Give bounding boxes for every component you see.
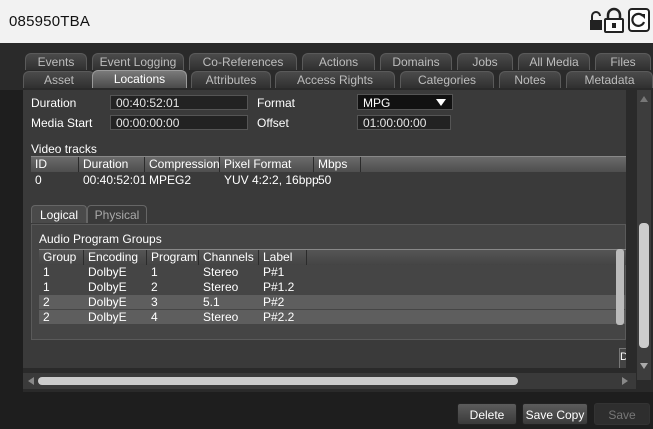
offset-label: Offset: [257, 116, 289, 130]
cell-channels: Stereo: [203, 310, 239, 324]
cell-compression: MPEG2: [149, 173, 192, 187]
duration-label: Duration: [31, 96, 77, 110]
cell-program: 1: [151, 265, 158, 279]
save-button[interactable]: Save: [594, 403, 650, 425]
audio-groups-scrollbar[interactable]: [616, 249, 624, 325]
tab-access-rights[interactable]: Access Rights: [275, 71, 395, 88]
partial-button[interactable]: De: [619, 348, 626, 368]
column-header[interactable]: Pixel Format: [220, 157, 314, 172]
tab-physical[interactable]: Physical: [87, 205, 147, 223]
cell-label: P#1: [263, 265, 285, 279]
column-header[interactable]: Group: [39, 250, 84, 265]
tab-asset[interactable]: Asset: [23, 71, 95, 88]
column-header[interactable]: ID: [31, 157, 79, 172]
scroll-right-icon[interactable]: [622, 377, 628, 385]
save-copy-button[interactable]: Save Copy: [522, 403, 588, 425]
lock-open-icon[interactable]: [589, 10, 603, 35]
cell-label: P#2: [263, 295, 285, 309]
offset-field[interactable]: 01:00:00:00: [357, 115, 451, 130]
cell-group: 2: [43, 295, 50, 309]
vertical-scroll-thumb[interactable]: [639, 223, 649, 348]
cell-label: P#1.2: [263, 280, 295, 294]
cell-id: 0: [35, 173, 42, 187]
table-row[interactable]: 0 00:40:52:01 MPEG2 YUV 4:2:2, 16bpp 50: [31, 173, 623, 187]
window-title: 085950TBA: [9, 13, 91, 30]
tab-actions[interactable]: Actions: [302, 53, 375, 70]
cell-mbps: 50: [318, 173, 332, 187]
cell-program: 3: [151, 295, 158, 309]
cell-channels: Stereo: [203, 265, 239, 279]
tab-events[interactable]: Events: [25, 53, 87, 70]
cell-encoding: DolbyE: [88, 295, 127, 309]
vertical-scrollbar[interactable]: [637, 90, 651, 380]
tab-notes[interactable]: Notes: [499, 71, 561, 88]
media-start-field[interactable]: 00:00:00:00: [110, 115, 248, 130]
duration-field[interactable]: 00:40:52:01: [110, 95, 248, 110]
scroll-down-icon[interactable]: [640, 363, 648, 369]
cell-channels: 5.1: [203, 295, 220, 309]
tab-event-logging[interactable]: Event Logging: [92, 53, 184, 70]
format-label: Format: [257, 96, 296, 110]
cell-encoding: DolbyE: [88, 280, 127, 294]
locations-content: Duration 00:40:52:01 Format MPG Media St…: [23, 90, 653, 392]
tab-attributes[interactable]: Attributes: [191, 71, 271, 88]
column-header[interactable]: Encoding: [84, 250, 147, 265]
table-row[interactable]: 1 DolbyE 1 Stereo P#1: [39, 265, 626, 279]
table-row[interactable]: 2 DolbyE 4 Stereo P#2.2: [39, 310, 626, 324]
audio-groups-header: Group Encoding Program Channels Label: [39, 249, 626, 265]
tab-metadata[interactable]: Metadata: [566, 71, 653, 88]
tab-logical[interactable]: Logical: [31, 205, 87, 223]
tab-strip: Events Event Logging Co-References Actio…: [0, 43, 653, 90]
cell-program: 4: [151, 310, 158, 324]
format-select[interactable]: MPG: [357, 94, 453, 110]
tab-domains[interactable]: Domains: [380, 53, 452, 70]
title-bar: 085950TBA: [0, 0, 653, 43]
refresh-icon[interactable]: [628, 8, 650, 35]
video-tracks-title: Video tracks: [31, 142, 97, 156]
cell-group: 1: [43, 265, 50, 279]
tab-all-media[interactable]: All Media: [518, 53, 590, 70]
cell-label: P#2.2: [263, 310, 295, 324]
cell-encoding: DolbyE: [88, 265, 127, 279]
delete-button[interactable]: Delete: [457, 403, 517, 425]
video-tracks-header: ID Duration Compression Pixel Format Mbp…: [31, 156, 626, 172]
horizontal-scroll-thumb[interactable]: [38, 377, 518, 385]
format-value: MPG: [363, 96, 391, 110]
tab-jobs[interactable]: Jobs: [457, 53, 513, 70]
chevron-down-icon: [436, 99, 446, 106]
location-details-panel: Duration 00:40:52:01 Format MPG Media St…: [23, 90, 626, 368]
cell-group: 1: [43, 280, 50, 294]
table-row[interactable]: 1 DolbyE 2 Stereo P#1.2: [39, 280, 626, 294]
column-header[interactable]: Compression: [145, 157, 220, 172]
cell-group: 2: [43, 310, 50, 324]
cell-pixel-format: YUV 4:2:2, 16bpp: [224, 173, 319, 187]
column-header[interactable]: Program: [147, 250, 199, 265]
column-header[interactable]: Mbps: [314, 157, 361, 172]
tab-files[interactable]: Files: [595, 53, 651, 70]
scroll-up-icon[interactable]: [640, 96, 648, 102]
tab-locations[interactable]: Locations: [92, 70, 187, 88]
lock-icon[interactable]: [603, 7, 625, 36]
cell-duration: 00:40:52:01: [83, 173, 147, 187]
cell-program: 2: [151, 280, 158, 294]
audio-groups-title: Audio Program Groups: [39, 232, 162, 246]
column-header[interactable]: Channels: [199, 250, 259, 265]
tab-co-references[interactable]: Co-References: [189, 53, 297, 70]
cell-encoding: DolbyE: [88, 310, 127, 324]
column-header[interactable]: Duration: [79, 157, 145, 172]
partial-button-label: De: [620, 351, 626, 363]
media-start-label: Media Start: [31, 116, 93, 130]
scroll-left-icon[interactable]: [28, 377, 34, 385]
cell-channels: Stereo: [203, 280, 239, 294]
audio-groups-panel: Audio Program Groups Group Encoding Prog…: [31, 224, 626, 340]
table-row[interactable]: 2 DolbyE 3 5.1 P#2: [39, 295, 626, 309]
horizontal-scrollbar[interactable]: [23, 373, 636, 389]
tab-categories[interactable]: Categories: [400, 71, 494, 88]
column-header[interactable]: Label: [259, 250, 307, 265]
